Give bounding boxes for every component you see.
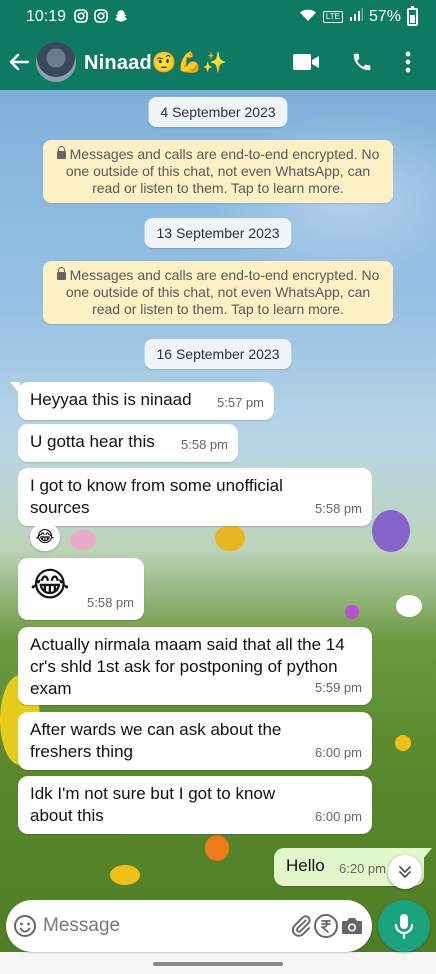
- camera-icon[interactable]: [339, 906, 364, 946]
- contact-avatar[interactable]: [36, 42, 76, 82]
- message-composer: [6, 900, 372, 952]
- back-arrow-icon[interactable]: [2, 51, 36, 73]
- date-separator: 16 September 2023: [144, 339, 292, 369]
- double-chevron-down-icon: [399, 866, 411, 878]
- message-bubble[interactable]: U gotta hear this 5:58 pm: [18, 424, 238, 462]
- message-bubble[interactable]: 😂 5:58 pm: [18, 558, 144, 620]
- status-bar: 10:19 LTE 57%: [0, 0, 436, 34]
- wallpaper-flower: [395, 735, 411, 751]
- message-bubble[interactable]: I got to know from some unofficial sourc…: [18, 468, 372, 526]
- message-text: U gotta hear this: [30, 432, 155, 451]
- snapchat-icon: [114, 9, 128, 26]
- message-bubble[interactable]: Actually nirmala maam said that all the …: [18, 627, 372, 705]
- date-separator: 13 September 2023: [144, 218, 292, 248]
- video-call-icon[interactable]: [278, 42, 334, 82]
- wallpaper-flower: [70, 530, 96, 550]
- message-text: Idk I'm not sure but I got to know about…: [30, 784, 276, 825]
- status-time: 10:19: [26, 8, 67, 25]
- wallpaper-flower: [345, 605, 359, 619]
- wallpaper-flower: [215, 525, 245, 551]
- message-text: I got to know from some unofficial sourc…: [30, 476, 283, 517]
- mic-button[interactable]: [378, 900, 430, 952]
- message-time: 6:00 pm: [315, 745, 362, 760]
- message-time: 6:20 pm: [339, 861, 386, 876]
- message-text: Actually nirmala maam said that all the …: [30, 635, 345, 698]
- date-separator: 4 September 2023: [148, 97, 288, 127]
- more-options-icon[interactable]: [390, 42, 426, 82]
- wifi-icon: [299, 8, 317, 27]
- message-bubble[interactable]: After wards we can ask about the fresher…: [18, 712, 372, 770]
- encryption-notice-text: Messages and calls are end-to-end encryp…: [65, 267, 380, 317]
- message-time: 5:57 pm: [217, 395, 264, 410]
- emoji-icon[interactable]: [12, 906, 37, 946]
- message-text: Hello: [286, 856, 325, 875]
- mic-icon: [394, 914, 414, 939]
- lock-icon: [56, 146, 66, 159]
- message-input[interactable]: [43, 906, 288, 946]
- wallpaper-flower: [110, 865, 140, 885]
- wallpaper-flower: [372, 510, 410, 552]
- message-time: 5:59 pm: [315, 680, 362, 695]
- home-indicator[interactable]: [153, 962, 283, 966]
- battery-icon: [407, 6, 418, 26]
- message-time: 5:58 pm: [181, 437, 228, 452]
- rupee-payment-icon[interactable]: [313, 906, 339, 946]
- signal-icon: [349, 7, 363, 27]
- message-bubble[interactable]: Heyyaa this is ninaad 5:57 pm: [10, 382, 274, 420]
- chat-header: Ninaad🤨💪✨: [0, 34, 436, 90]
- instagram-icon: [74, 8, 88, 26]
- chat-area[interactable]: 4 September 2023 Messages and calls are …: [0, 90, 436, 974]
- battery-percent: 57%: [368, 8, 401, 25]
- message-time: 5:58 pm: [315, 501, 362, 516]
- contact-name[interactable]: Ninaad🤨💪✨: [84, 50, 227, 75]
- scroll-to-bottom-button[interactable]: [388, 855, 422, 889]
- message-time: 5:58 pm: [87, 595, 134, 610]
- network-type: LTE: [322, 11, 343, 23]
- attach-icon[interactable]: [288, 906, 313, 946]
- message-bubble[interactable]: Idk I'm not sure but I got to know about…: [18, 776, 372, 834]
- message-text: 😂: [30, 566, 70, 604]
- message-text: Heyyaa this is ninaad: [30, 390, 192, 409]
- lock-icon: [56, 267, 66, 280]
- message-text: After wards we can ask about the fresher…: [30, 720, 282, 761]
- wallpaper-flower: [205, 835, 229, 861]
- message-time: 6:00 pm: [315, 809, 362, 824]
- instagram-icon: [94, 8, 108, 26]
- encryption-notice[interactable]: Messages and calls are end-to-end encryp…: [43, 261, 393, 324]
- voice-call-icon[interactable]: [334, 42, 390, 82]
- wallpaper-flower: [396, 595, 422, 617]
- encryption-notice-text: Messages and calls are end-to-end encryp…: [65, 146, 380, 196]
- encryption-notice[interactable]: Messages and calls are end-to-end encryp…: [43, 140, 393, 203]
- message-reaction[interactable]: 😂: [30, 523, 60, 551]
